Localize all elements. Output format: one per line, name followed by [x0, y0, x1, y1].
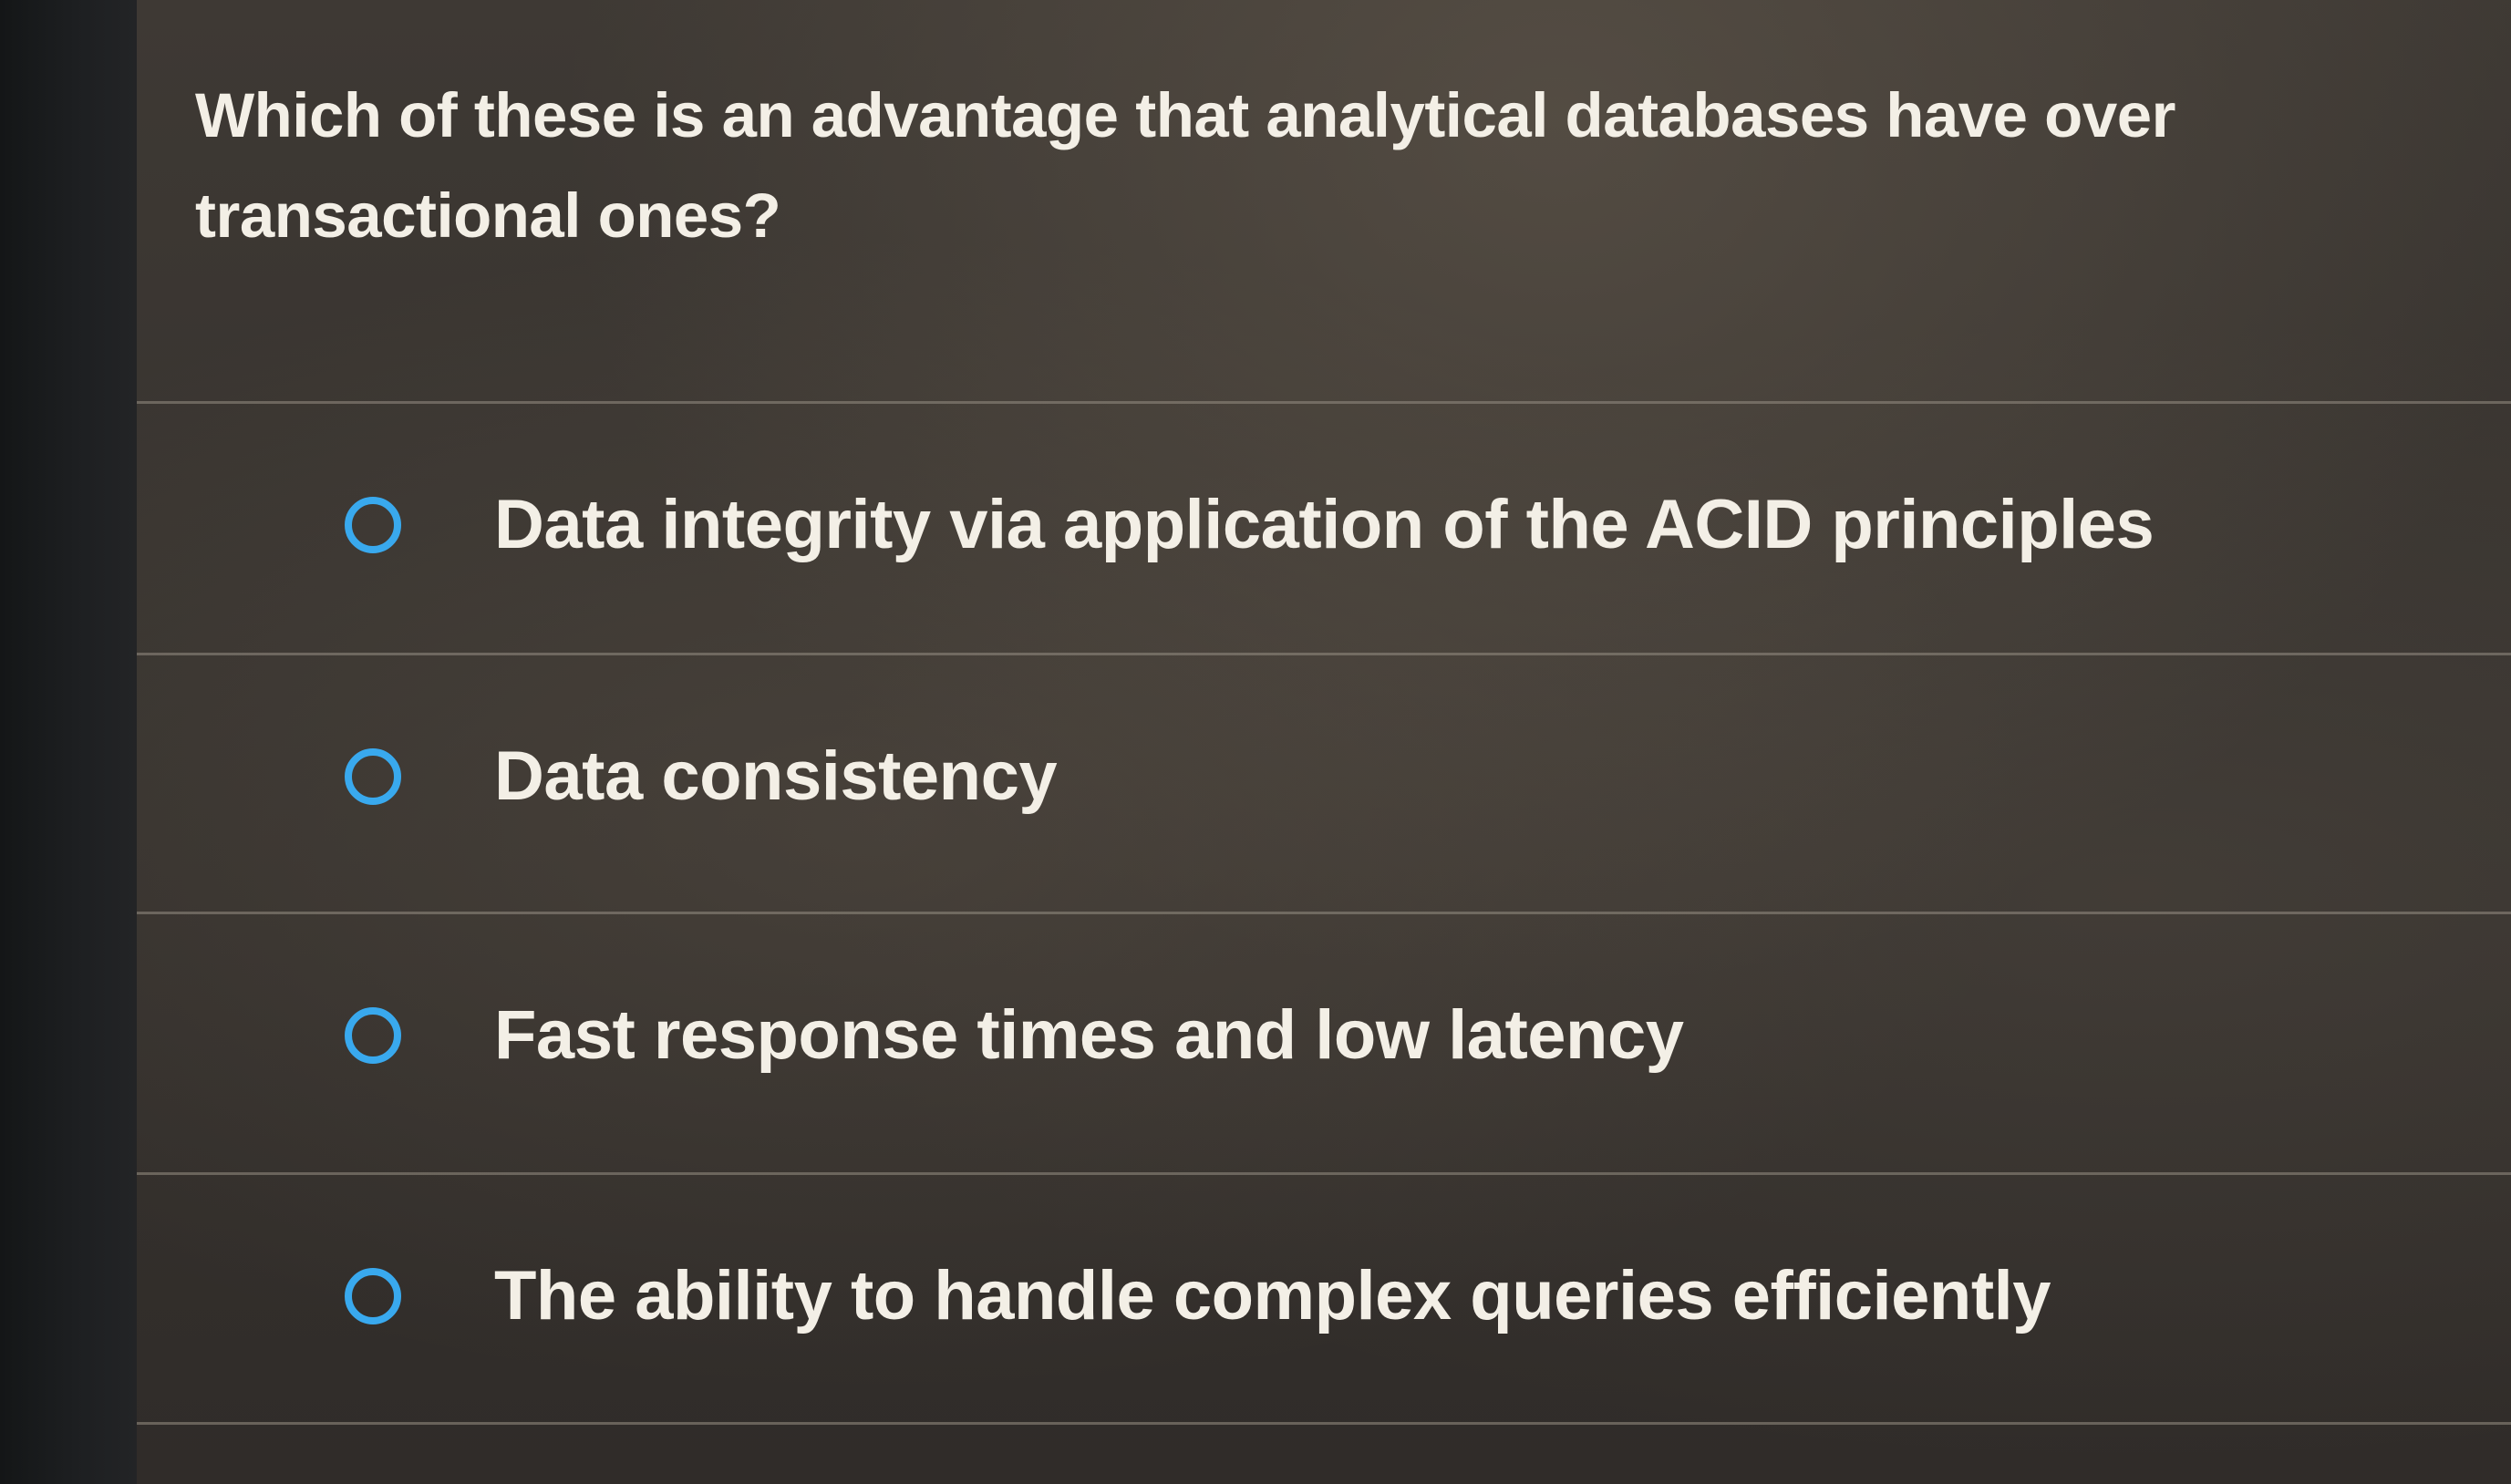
divider	[137, 1422, 2511, 1425]
screen-left-edge	[0, 0, 137, 1484]
radio-button-icon[interactable]	[345, 748, 401, 805]
radio-button-icon[interactable]	[345, 1268, 401, 1324]
answer-option-2[interactable]: Data consistency	[137, 655, 2511, 902]
answer-option-label: Fast response times and low latency	[494, 996, 1684, 1074]
quiz-screen: Which of these is an advantage that anal…	[0, 0, 2511, 1484]
question-panel: Which of these is an advantage that anal…	[137, 0, 2511, 1484]
answer-option-label: The ability to handle complex queries ef…	[494, 1257, 2051, 1335]
radio-button-icon[interactable]	[345, 497, 401, 553]
answer-option-4[interactable]: The ability to handle complex queries ef…	[137, 1175, 2511, 1421]
radio-button-icon[interactable]	[345, 1007, 401, 1064]
question-text: Which of these is an advantage that anal…	[195, 80, 2175, 251]
answer-option-1[interactable]: Data integrity via application of the AC…	[137, 404, 2511, 650]
answer-option-label: Data consistency	[494, 737, 1058, 815]
answer-option-label: Data integrity via application of the AC…	[494, 486, 2154, 563]
answer-option-3[interactable]: Fast response times and low latency	[137, 914, 2511, 1160]
